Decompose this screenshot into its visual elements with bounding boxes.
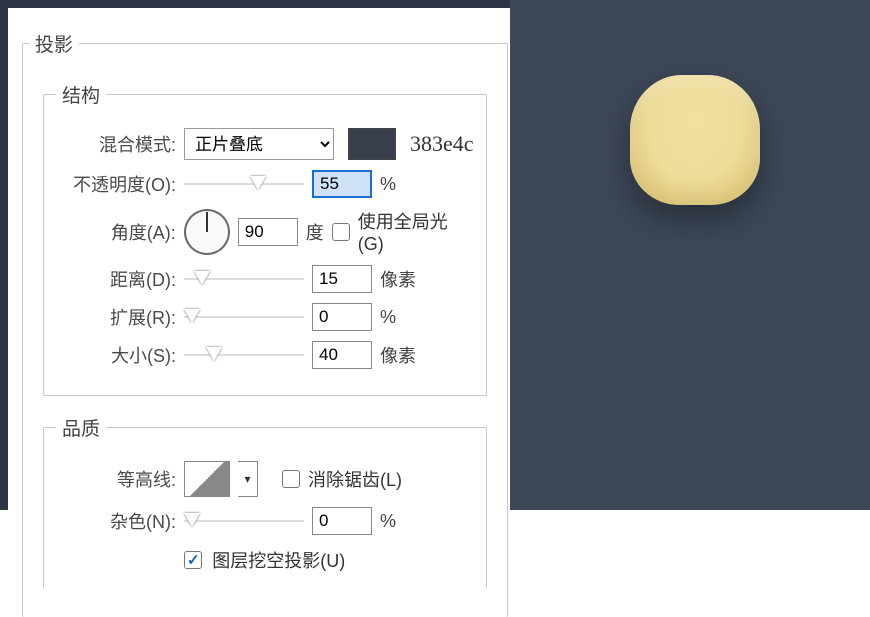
antialias-checkbox[interactable] [282,470,300,488]
blend-mode-label: 混合模式: [56,131,176,157]
angle-label: 角度(A): [56,219,176,245]
structure-legend: 结构 [56,81,106,108]
opacity-unit: % [380,174,396,195]
opacity-input[interactable] [312,170,372,198]
distance-unit: 像素 [380,266,416,292]
blend-mode-row: 混合模式: 正片叠底 383e4c [56,128,474,160]
contour-swatch[interactable] [184,461,230,497]
color-hex-annotation: 383e4c [410,131,474,157]
noise-row: 杂色(N): % [56,507,474,535]
knockout-label: 图层挖空投影(U) [212,547,345,573]
spread-row: 扩展(R): % [56,303,474,331]
effect-title: 投影 [29,30,79,57]
noise-label: 杂色(N): [56,508,176,534]
spread-label: 扩展(R): [56,304,176,330]
drop-shadow-group: 投影 结构 混合模式: 正片叠底 383e4c 不透明度(O): % 角度(A)… [22,30,508,617]
antialias-label: 消除锯齿(L) [308,466,402,492]
layer-style-panel: 投影 结构 混合模式: 正片叠底 383e4c 不透明度(O): % 角度(A)… [0,0,510,510]
contour-label: 等高线: [56,466,176,492]
blend-mode-select[interactable]: 正片叠底 [184,128,334,160]
angle-unit: 度 [306,219,324,245]
shadow-color-swatch[interactable] [348,128,396,160]
knockout-row: 图层挖空投影(U) [56,547,474,573]
spread-input[interactable] [312,303,372,331]
size-label: 大小(S): [56,342,176,368]
opacity-row: 不透明度(O): % [56,170,474,198]
size-slider[interactable] [184,345,304,365]
noise-input[interactable] [312,507,372,535]
noise-slider[interactable] [184,511,304,531]
distance-label: 距离(D): [56,266,176,292]
contour-dropdown-icon[interactable]: ▾ [238,461,258,497]
use-global-light-checkbox[interactable] [332,223,350,241]
size-input[interactable] [312,341,372,369]
spread-slider[interactable] [184,307,304,327]
distance-input[interactable] [312,265,372,293]
use-global-light-label: 使用全局光(G) [358,208,474,255]
spread-unit: % [380,307,396,328]
knockout-checkbox[interactable] [184,551,202,569]
preview-canvas [510,0,870,510]
quality-group: 品质 等高线: ▾ 消除锯齿(L) 杂色(N): % 图层挖空投影(U) [43,414,487,589]
size-row: 大小(S): 像素 [56,341,474,369]
quality-legend: 品质 [56,414,106,441]
angle-input[interactable] [238,218,298,246]
opacity-label: 不透明度(O): [56,171,176,197]
opacity-slider[interactable] [184,174,304,194]
structure-group: 结构 混合模式: 正片叠底 383e4c 不透明度(O): % 角度(A): 度 [43,81,487,396]
angle-row: 角度(A): 度 使用全局光(G) [56,208,474,255]
preview-shape [630,75,760,205]
distance-slider[interactable] [184,269,304,289]
noise-unit: % [380,511,396,532]
size-unit: 像素 [380,342,416,368]
distance-row: 距离(D): 像素 [56,265,474,293]
contour-row: 等高线: ▾ 消除锯齿(L) [56,461,474,497]
angle-dial[interactable] [184,209,230,255]
